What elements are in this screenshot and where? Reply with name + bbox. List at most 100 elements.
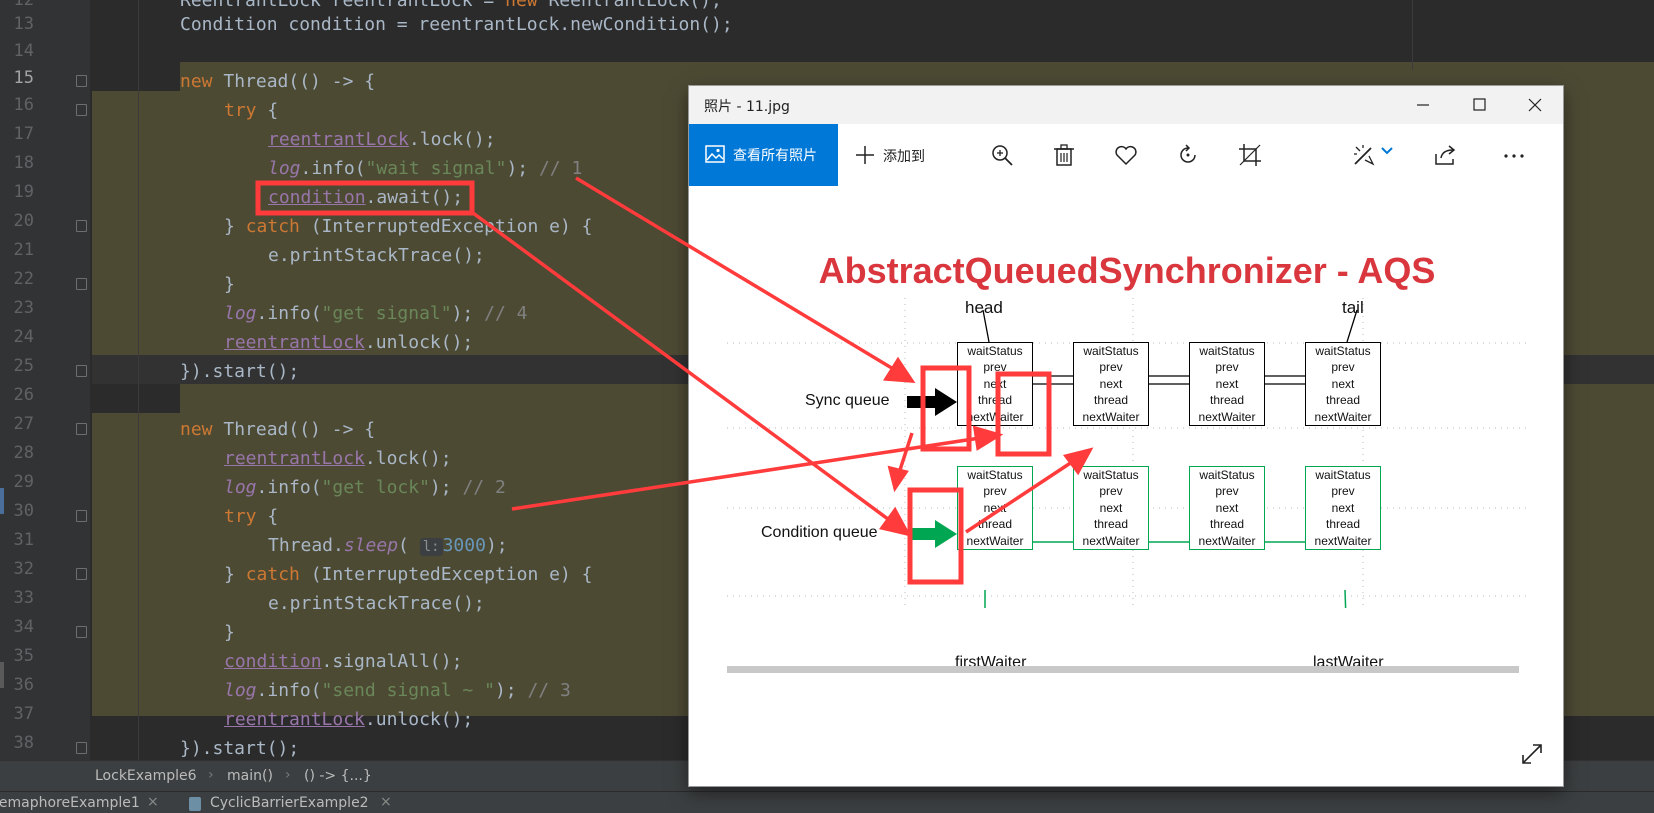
condition-queue-label: Condition queue (761, 524, 878, 541)
change-marker (0, 488, 4, 514)
line-gutter[interactable]: 12 13 14 15 16 17 18 19 20 21 22 23 24 2… (0, 0, 90, 760)
sync-queue-node: waitStatus prev next thread nextWaiter (1305, 342, 1381, 426)
fold-marker[interactable] (76, 568, 87, 580)
code-line: try { (224, 100, 279, 121)
node-field: nextWaiter (1198, 409, 1256, 424)
parameter-hint: l: (419, 538, 443, 556)
crop-icon[interactable] (1237, 142, 1263, 168)
add-to-button[interactable]: 添加到 (883, 146, 925, 166)
node-field: next (1331, 500, 1355, 515)
minimize-button[interactable] (1395, 86, 1451, 124)
share-icon[interactable] (1433, 142, 1459, 168)
code-line: log.info("wait signal"); // 1 (268, 158, 583, 179)
fold-marker[interactable] (76, 742, 87, 754)
close-icon[interactable]: × (147, 794, 159, 810)
editor-tab[interactable]: SemaphoreExample1 (0, 795, 140, 811)
node-field: waitStatus (1315, 344, 1371, 358)
photo-toolbar: 查看所有照片 添加到 (689, 124, 1563, 186)
fold-marker[interactable] (76, 278, 87, 290)
node-field: prev (983, 484, 1007, 499)
code-line: reentrantLock.lock(); (268, 129, 496, 150)
node-field: next (1215, 376, 1239, 391)
edit-icon[interactable] (1351, 142, 1377, 168)
fold-marker[interactable] (76, 423, 87, 435)
delete-icon[interactable] (1051, 142, 1077, 168)
add-icon[interactable] (854, 144, 876, 166)
condition-queue-node: waitStatus prev next thread nextWaiter (1073, 466, 1149, 550)
line-number: 33 (13, 588, 34, 608)
more-icon[interactable] (1501, 142, 1527, 168)
node-field: next (1331, 376, 1355, 391)
line-number: 13 (13, 14, 34, 34)
breadcrumb-item[interactable]: LockExample6 (95, 768, 197, 784)
right-margin (1412, 0, 1413, 70)
photos-icon (705, 145, 725, 163)
line-number: 32 (13, 559, 34, 579)
line-number: 15 (13, 68, 34, 88)
line-number: 17 (13, 124, 34, 144)
node-field: thread (1093, 393, 1129, 408)
photos-app-window[interactable]: 照片 - 11.jpg 查看所有照片 添加到 AbstractQueuedSyn… (689, 86, 1563, 786)
node-field: nextWaiter (1198, 533, 1256, 548)
breadcrumb-item[interactable]: main() (227, 768, 273, 784)
tail-label: tail (1342, 298, 1364, 317)
sync-queue-label: Sync queue (805, 392, 890, 409)
fold-marker[interactable] (76, 626, 87, 638)
node-field: next (1099, 500, 1123, 515)
favorite-icon[interactable] (1113, 142, 1139, 168)
node-field: prev (1215, 484, 1239, 499)
node-field: thread (1325, 393, 1361, 408)
node-field: nextWaiter (966, 409, 1024, 424)
node-field: waitStatus (1199, 468, 1255, 482)
code-line: } catch (InterruptedException e) { (224, 216, 593, 237)
node-field: waitStatus (1199, 344, 1255, 358)
view-all-photos-button[interactable]: 查看所有照片 (689, 124, 838, 186)
fold-marker[interactable] (76, 220, 87, 232)
node-field: thread (1325, 517, 1361, 532)
node-field: next (983, 500, 1007, 515)
fold-marker[interactable] (76, 75, 87, 87)
node-field: thread (977, 393, 1013, 408)
node-field: thread (1209, 517, 1245, 532)
line-number: 28 (13, 443, 34, 463)
line-number: 30 (13, 501, 34, 521)
close-icon[interactable]: × (380, 794, 392, 810)
line-number: 27 (13, 414, 34, 434)
line-number: 35 (13, 646, 34, 666)
java-file-icon (189, 797, 201, 811)
code-line: new Thread(() -> { (180, 71, 376, 92)
line-number: 34 (13, 617, 34, 637)
expand-icon[interactable] (1519, 741, 1545, 767)
code-line: log.info("send signal ~ "); // 3 (224, 680, 571, 701)
chevron-down-icon[interactable] (1381, 146, 1393, 156)
rotate-icon[interactable] (1175, 142, 1201, 168)
change-marker (0, 662, 4, 688)
code-line: } (224, 274, 235, 295)
image-canvas[interactable]: AbstractQueuedSynchronizer - AQS waitSta… (689, 186, 1563, 786)
image-scrollbar[interactable] (727, 666, 1519, 673)
code-line: try { (224, 506, 279, 527)
node-field: next (1099, 376, 1123, 391)
line-number: 25 (13, 356, 34, 376)
node-field: nextWaiter (1082, 533, 1140, 548)
line-number: 16 (13, 95, 34, 115)
node-field: thread (977, 517, 1013, 532)
node-field: prev (1215, 360, 1239, 375)
breadcrumb-item[interactable]: () -> {...} (304, 768, 372, 784)
code-line: Condition condition = reentrantLock.newC… (180, 14, 733, 35)
code-line: condition.signalAll(); (224, 651, 463, 672)
maximize-button[interactable] (1451, 86, 1507, 124)
node-field: prev (983, 360, 1007, 375)
node-field: next (1215, 500, 1239, 515)
fold-marker[interactable] (76, 104, 87, 116)
line-number: 22 (13, 269, 34, 289)
title-bar[interactable]: 照片 - 11.jpg (689, 86, 1563, 124)
close-button[interactable] (1507, 86, 1563, 124)
editor-tab[interactable]: CyclicBarrierExample2 (210, 795, 369, 811)
node-field: nextWaiter (966, 533, 1024, 548)
node-field: waitStatus (1083, 344, 1139, 358)
fold-marker[interactable] (76, 365, 87, 377)
zoom-in-icon[interactable] (989, 142, 1015, 168)
fold-marker[interactable] (76, 510, 87, 522)
view-all-label: 查看所有照片 (733, 148, 817, 164)
